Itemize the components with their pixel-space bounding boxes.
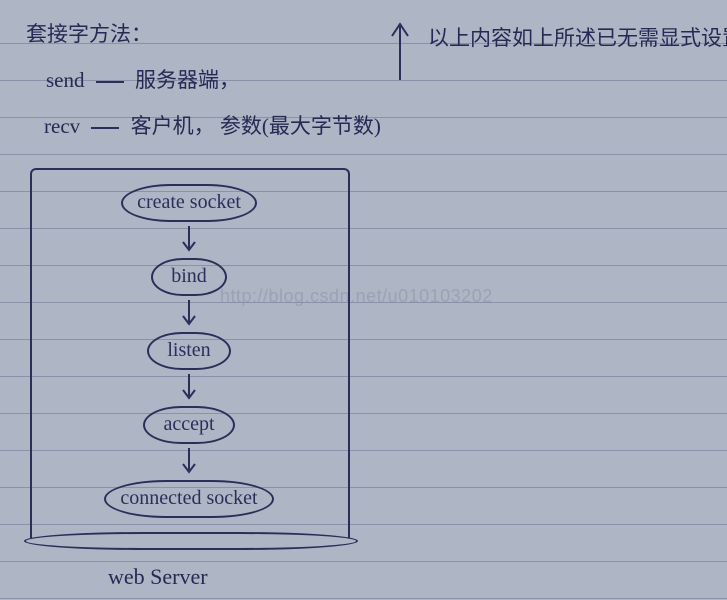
down-arrow-icon [182,300,196,328]
line-send: send 服务器端， [46,64,240,94]
params-max-bytes: 参数(最大字节数) [220,114,381,138]
up-arrow-icon [390,22,410,87]
step-create-socket: create socket [121,184,257,222]
step-listen: listen [147,332,230,370]
flowchart-steps: create socket bind listen accept connect… [30,184,348,518]
dash-icon [91,127,119,129]
step-accept: accept [143,406,234,444]
method-send: send [46,68,85,92]
down-arrow-icon [182,374,196,402]
right-side-note: 以上内容如上所述已无需显式设置 [428,22,727,52]
flowchart-caption: web Server [108,564,208,590]
flowchart-container: create socket bind listen accept connect… [30,168,348,546]
dash-icon [96,81,124,83]
flowchart-base-ellipse [24,532,358,550]
target-client: 客户机， [131,114,215,138]
down-arrow-icon [182,226,196,254]
method-recv: recv [44,114,80,138]
down-arrow-icon [182,448,196,476]
step-connected-socket: connected socket [104,480,273,518]
target-server: 服务器端， [135,68,240,92]
heading-socket-methods: 套接字方法： [26,18,152,48]
step-bind: bind [151,258,227,296]
line-recv: recv 客户机， 参数(最大字节数) [44,110,381,140]
